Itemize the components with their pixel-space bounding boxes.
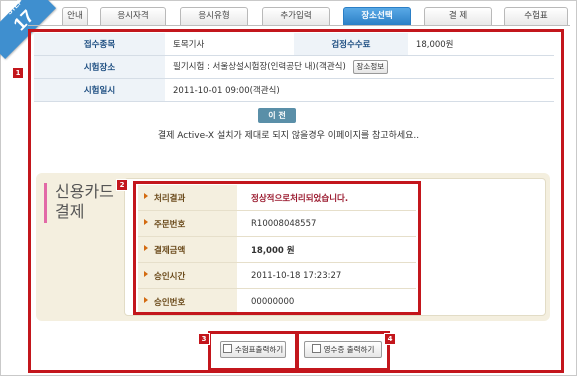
tab-payment[interactable]: 결 제 (424, 7, 492, 26)
badge-4: 4 (384, 333, 396, 345)
tab-divider (28, 25, 570, 26)
badge-2: 2 (116, 179, 128, 191)
tab-additional-input[interactable]: 추가입력 (262, 7, 330, 26)
print-receipt-label: 영수증 출력하기 (323, 345, 375, 354)
badge-3: 3 (198, 333, 210, 345)
step-tabs: 안내 응시자격 응시유형 추가입력 장소선택 결 제 수험표 (62, 7, 572, 26)
tab-place-select[interactable]: 장소선택 (343, 7, 411, 26)
tab-exam-ticket[interactable]: 수험표 (504, 7, 568, 26)
badge-1: 1 (12, 67, 24, 79)
tab-exam-type[interactable]: 응시유형 (180, 7, 248, 26)
print-ticket-label: 수험표출력하기 (234, 345, 284, 354)
tab-guide[interactable]: 안내 (62, 7, 88, 26)
highlight-box-2 (133, 181, 421, 315)
document-icon (222, 344, 232, 353)
print-ticket-button[interactable]: 수험표출력하기 (220, 341, 286, 358)
printer-icon (311, 344, 321, 353)
print-receipt-button[interactable]: 영수증 출력하기 (304, 341, 382, 358)
tab-qualification[interactable]: 응시자격 (100, 7, 166, 26)
